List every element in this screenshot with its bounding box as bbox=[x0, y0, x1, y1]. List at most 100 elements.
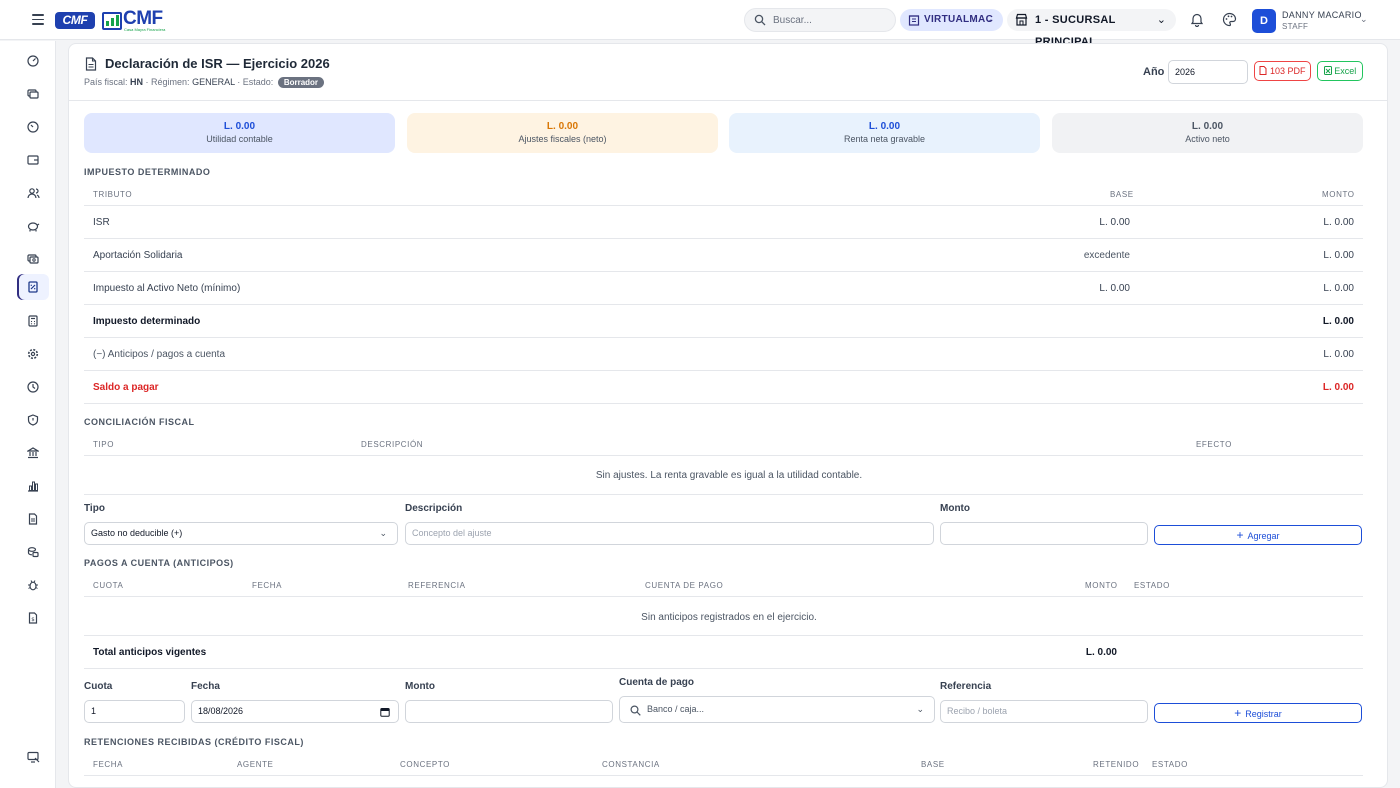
chevron-down-icon: ⌄ bbox=[916, 704, 924, 714]
stat-value: L. 0.00 bbox=[223, 121, 256, 132]
company-name: VIRTUALMAC bbox=[924, 14, 994, 25]
money-stack-icon bbox=[27, 254, 39, 264]
plus-icon: + bbox=[1234, 706, 1242, 720]
sidebar-item-settings[interactable] bbox=[17, 341, 49, 367]
payment-amount-input[interactable] bbox=[405, 700, 613, 723]
row-divider bbox=[84, 635, 1363, 636]
palette-icon[interactable] bbox=[1222, 12, 1237, 27]
row-divider bbox=[84, 304, 1363, 305]
sidebar-item-documents[interactable] bbox=[17, 506, 49, 532]
bell-icon[interactable] bbox=[1190, 12, 1204, 27]
adjustment-type-select[interactable]: Gasto no deducible (+) ⌄ bbox=[84, 522, 398, 545]
column-header-base: BASE bbox=[1110, 190, 1134, 199]
column-header-fecha: FECHA bbox=[252, 581, 283, 590]
payment-reference-input[interactable]: Recibo / boleta bbox=[940, 700, 1148, 723]
user-name[interactable]: DANNY MACARIO bbox=[1282, 10, 1362, 20]
adjustment-description-input[interactable]: Concepto del ajuste bbox=[405, 522, 934, 545]
row-divider bbox=[84, 271, 1363, 272]
status-badge: Borrador bbox=[277, 77, 325, 88]
sidebar-item-bank[interactable] bbox=[17, 440, 49, 466]
total-advances-label: Total anticipos vigentes bbox=[93, 647, 207, 658]
sidebar-item-remote[interactable] bbox=[17, 744, 49, 770]
year-input[interactable]: 2026 bbox=[1168, 60, 1248, 84]
status-label: Estado: bbox=[242, 77, 274, 87]
add-adjustment-label: Agregar bbox=[1247, 531, 1280, 541]
register-payment-label: Registrar bbox=[1245, 709, 1282, 719]
building-icon bbox=[908, 15, 920, 26]
document-icon bbox=[85, 57, 97, 71]
sidebar-item-loans[interactable] bbox=[17, 246, 49, 272]
sidebar-item-users[interactable] bbox=[17, 180, 49, 206]
installment-input[interactable]: 1 bbox=[84, 700, 185, 723]
chart-icon bbox=[28, 481, 38, 492]
stat-value: L. 0.00 bbox=[1191, 121, 1224, 132]
sidebar-item-dashboard[interactable] bbox=[17, 48, 49, 74]
sidebar-item-history[interactable] bbox=[17, 374, 49, 400]
brand-logo[interactable]: CMF Casa Mayra Financiera bbox=[102, 9, 166, 33]
sidebar-item-gauge[interactable] bbox=[17, 114, 49, 140]
calculator-icon bbox=[28, 315, 38, 327]
sidebar-item-reports[interactable] bbox=[17, 473, 49, 499]
chevron-down-icon[interactable]: ⌄ bbox=[1360, 14, 1368, 25]
column-header-base: BASE bbox=[921, 760, 945, 769]
row-divider bbox=[84, 205, 1363, 206]
referencia-label: Referencia bbox=[940, 681, 992, 692]
sidebar-item-security[interactable] bbox=[17, 407, 49, 433]
store-icon bbox=[1015, 13, 1028, 26]
stat-label: Renta neta gravable bbox=[843, 134, 926, 144]
search-icon bbox=[754, 14, 766, 26]
logo-chart-icon bbox=[102, 12, 122, 30]
sidebar-item-cash[interactable] bbox=[17, 81, 49, 107]
brand-badge[interactable]: CMF bbox=[55, 12, 95, 29]
sidebar-item-coins[interactable] bbox=[17, 539, 49, 565]
sidebar-item-tax[interactable] bbox=[17, 274, 49, 300]
avatar[interactable]: D bbox=[1252, 9, 1276, 33]
register-payment-button[interactable]: + Registrar bbox=[1154, 703, 1362, 723]
section-title-conciliacion: CONCILIACIÓN FISCAL bbox=[84, 417, 195, 427]
company-selector[interactable]: VIRTUALMAC ⌄ bbox=[900, 9, 1003, 31]
adjustment-type-value: Gasto no deducible (+) bbox=[91, 528, 183, 538]
tax-row-base: excedente bbox=[1083, 250, 1130, 261]
fecha-label: Fecha bbox=[191, 681, 220, 692]
declaration-card: Declaración de ISR — Ejercicio 2026 País… bbox=[68, 43, 1388, 788]
sidebar-item-invoices[interactable]: $ bbox=[17, 605, 49, 631]
column-header-retenido: RETENIDO bbox=[1093, 760, 1140, 769]
pdf-file-icon bbox=[1259, 66, 1267, 75]
payment-account-select[interactable]: Banco / caja... ⌄ bbox=[619, 696, 935, 723]
menu-icon[interactable] bbox=[32, 14, 44, 25]
stat-card-utilidad-contable: L. 0.00 Utilidad contable bbox=[84, 113, 395, 153]
document-icon bbox=[28, 513, 38, 525]
empty-advances-message: Sin anticipos registrados en el ejercici… bbox=[641, 612, 817, 623]
search-input[interactable]: Buscar... bbox=[744, 8, 896, 32]
section-title-retenciones: RETENCIONES RECIBIDAS (CRÉDITO FISCAL) bbox=[84, 737, 304, 747]
stat-label: Ajustes fiscales (neto) bbox=[518, 134, 607, 144]
sidebar-item-wallet[interactable] bbox=[17, 147, 49, 173]
sidebar-item-savings[interactable] bbox=[17, 213, 49, 239]
tax-report-icon bbox=[28, 281, 38, 293]
users-icon bbox=[27, 188, 40, 199]
tax-row-label: Impuesto al Activo Neto (mínimo) bbox=[93, 283, 241, 294]
column-header-referencia: REFERENCIA bbox=[408, 581, 466, 590]
adjustment-amount-input[interactable] bbox=[940, 522, 1148, 545]
column-header-estado: ESTADO bbox=[1152, 760, 1188, 769]
add-adjustment-button[interactable]: + Agregar bbox=[1154, 525, 1362, 545]
sidebar-item-debug[interactable] bbox=[17, 572, 49, 598]
row-divider bbox=[84, 238, 1363, 239]
export-pdf-button[interactable]: 103 PDF bbox=[1254, 61, 1311, 81]
export-excel-button[interactable]: Excel bbox=[1317, 61, 1363, 81]
payment-date-input[interactable]: 18/08/2026 bbox=[191, 700, 399, 723]
export-excel-label: Excel bbox=[1334, 66, 1357, 76]
history-icon bbox=[27, 381, 39, 393]
sidebar-item-calculator[interactable] bbox=[17, 308, 49, 334]
branch-selector[interactable]: 1 - SUCURSAL PRINCIPAL ⌄ bbox=[1007, 9, 1176, 48]
page-title: Declaración de ISR — Ejercicio 2026 bbox=[105, 56, 330, 71]
export-pdf-label: 103 PDF bbox=[1269, 66, 1306, 76]
total-advances-value: L. 0.00 bbox=[1085, 647, 1117, 658]
stat-label: Utilidad contable bbox=[206, 134, 273, 144]
chevron-down-icon: ⌄ bbox=[984, 14, 993, 25]
adjustment-description-placeholder: Concepto del ajuste bbox=[412, 528, 492, 538]
stat-value: L. 0.00 bbox=[868, 121, 901, 132]
payment-account-placeholder: Banco / caja... bbox=[647, 704, 705, 714]
payment-reference-placeholder: Recibo / boleta bbox=[947, 706, 1008, 716]
payment-date-value: 18/08/2026 bbox=[198, 706, 244, 716]
